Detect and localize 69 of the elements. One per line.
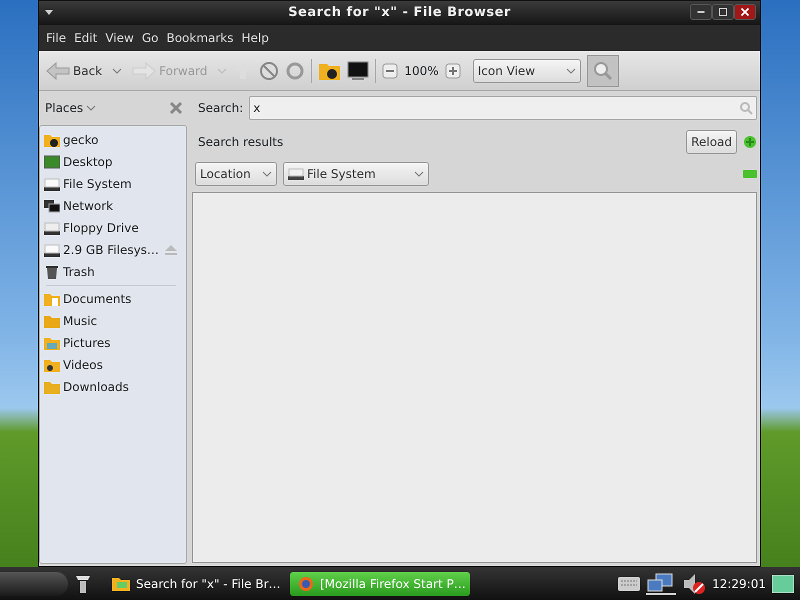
reload-button[interactable]: Reload bbox=[686, 130, 737, 154]
folder-icon bbox=[112, 576, 130, 590]
caret-icon bbox=[262, 171, 272, 177]
menu-item[interactable]: Bookmarks bbox=[162, 29, 238, 47]
location-dropdown[interactable]: Location bbox=[195, 162, 277, 186]
home-folder-icon bbox=[44, 133, 60, 147]
floppy-drive-icon bbox=[44, 221, 60, 235]
sidebar-item[interactable]: gecko bbox=[40, 129, 186, 151]
sidebar-item[interactable]: Downloads bbox=[40, 376, 186, 398]
sidebar-item[interactable]: Pictures bbox=[40, 332, 186, 354]
sidebar-item[interactable]: Network bbox=[40, 195, 186, 217]
caret-icon[interactable] bbox=[112, 68, 122, 74]
sidebar-item[interactable]: Desktop bbox=[40, 151, 186, 173]
sidebar-item[interactable]: Documents bbox=[40, 288, 186, 310]
sidebar-item[interactable]: File System bbox=[40, 173, 186, 195]
computer-icon[interactable] bbox=[347, 60, 370, 80]
keyboard-icon[interactable] bbox=[618, 576, 640, 590]
desktop-icon bbox=[44, 155, 60, 169]
left-arrow-icon bbox=[46, 60, 70, 80]
zoom-out-icon[interactable] bbox=[382, 62, 398, 78]
browser-icon bbox=[298, 576, 314, 592]
add-icon[interactable] bbox=[743, 135, 757, 149]
zoom-level: 100% bbox=[404, 62, 439, 80]
menu-item[interactable]: Go bbox=[138, 29, 162, 47]
stop-icon[interactable] bbox=[259, 60, 280, 80]
menu-item[interactable]: File bbox=[42, 29, 70, 47]
menu-item[interactable]: Help bbox=[238, 29, 273, 47]
search-icon bbox=[739, 101, 753, 115]
sidebar-item[interactable]: Videos bbox=[40, 354, 186, 376]
folder-icon bbox=[44, 314, 60, 328]
search-toggle-button[interactable] bbox=[586, 54, 619, 86]
network-icon[interactable] bbox=[646, 572, 676, 596]
network-icon bbox=[44, 199, 60, 213]
drive-icon bbox=[44, 177, 60, 191]
results-title: Search results bbox=[198, 134, 284, 151]
maximize-icon[interactable] bbox=[712, 4, 734, 20]
folder-icon bbox=[44, 292, 60, 306]
search-field[interactable]: x bbox=[249, 96, 757, 120]
search-icon bbox=[592, 60, 613, 80]
clock: 12:29:01 bbox=[712, 576, 766, 592]
zoom-in-icon[interactable] bbox=[444, 62, 461, 78]
muted-speaker-icon[interactable] bbox=[682, 572, 706, 596]
close-icon[interactable] bbox=[734, 4, 756, 20]
sidebar-item[interactable]: Music bbox=[40, 310, 186, 332]
start-button[interactable] bbox=[0, 572, 68, 596]
right-arrow-icon bbox=[132, 60, 156, 80]
folder-icon bbox=[44, 380, 60, 394]
caret-icon bbox=[566, 68, 576, 74]
file-system-dropdown[interactable]: File System bbox=[283, 162, 429, 186]
taskbar-button[interactable]: Search for "x" - File Br… bbox=[104, 572, 284, 596]
caret-icon bbox=[414, 171, 424, 177]
search-label: Search: bbox=[198, 100, 244, 117]
menu-item[interactable]: Edit bbox=[70, 29, 102, 47]
window-title: Search for "x" - File Browser bbox=[288, 4, 511, 22]
folder-icon bbox=[44, 336, 60, 350]
folder-icon bbox=[44, 358, 60, 372]
drive-icon bbox=[44, 243, 60, 257]
caret-icon bbox=[86, 105, 96, 111]
minimize-icon[interactable] bbox=[690, 4, 712, 20]
view-dropdown[interactable]: Icon View bbox=[472, 58, 581, 82]
sidebar-item[interactable]: 2.9 GB Filesys… bbox=[40, 239, 164, 261]
sidebar-item[interactable]: Floppy Drive bbox=[40, 217, 186, 239]
back-button[interactable]: Back bbox=[42, 58, 106, 82]
window-menu-icon[interactable] bbox=[45, 10, 53, 16]
sidebar-item[interactable]: Trash bbox=[40, 261, 186, 283]
drive-icon bbox=[288, 168, 304, 180]
menu-item[interactable]: View bbox=[101, 29, 138, 47]
places-dropdown[interactable]: Places bbox=[45, 99, 96, 117]
desktop-icon[interactable] bbox=[772, 574, 794, 592]
